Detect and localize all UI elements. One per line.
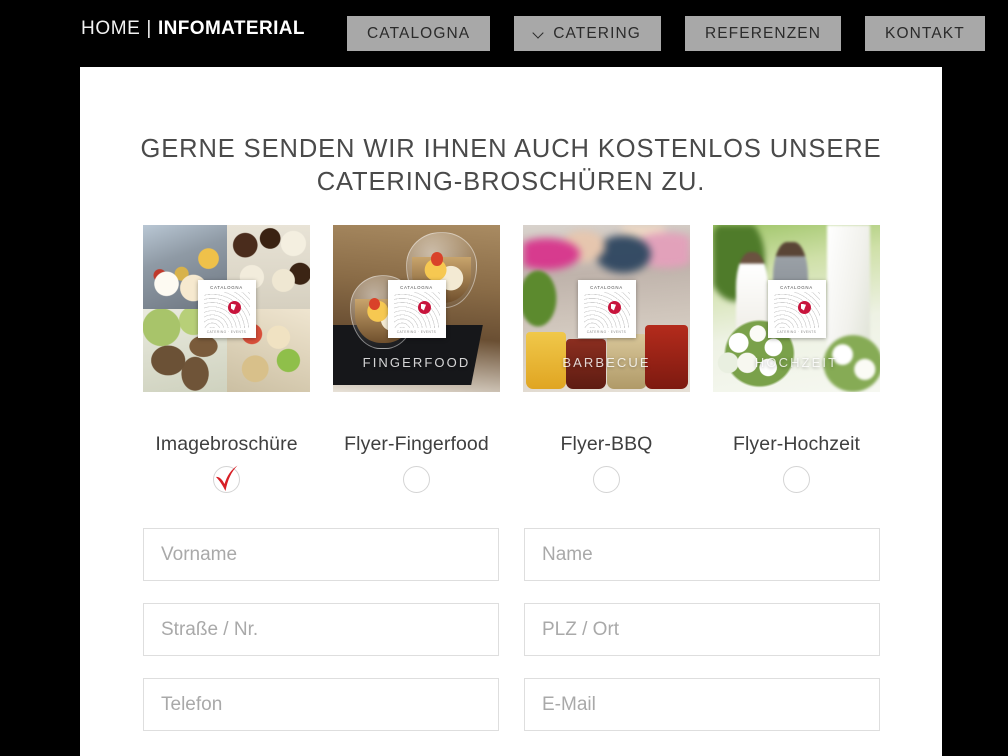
brochure-radio-bbq[interactable] xyxy=(593,466,620,493)
brochure-cover-overlay: CATALOGNA CATERING · EVENTS xyxy=(197,279,256,338)
nav-item-referenzen[interactable]: REFERENZEN xyxy=(684,16,842,51)
brochure-option-fingerfood: Flyer-Fingerfood xyxy=(333,433,500,493)
breadcrumb-current-page: INFOMATERIAL xyxy=(157,18,305,39)
brochure-thumbnail-bbq[interactable]: CATALOGNA CATERING · EVENTS BARBECUE xyxy=(523,225,690,392)
brochure-option-hochzeit: Flyer-Hochzeit xyxy=(713,433,880,493)
nav-item-catering[interactable]: CATERING xyxy=(514,16,661,51)
brochure-thumbnail-imagebroschuere[interactable]: CATALOGNA CATERING · EVENTS xyxy=(143,225,310,392)
brochure-option-bbq: Flyer-BBQ xyxy=(523,433,690,493)
request-form xyxy=(143,528,880,731)
catalogna-logo-icon xyxy=(227,300,241,314)
brochure-cell-imagebroschuere: CATALOGNA CATERING · EVENTS xyxy=(143,225,310,392)
nav-item-catalogna-label: CATALOGNA xyxy=(367,24,471,42)
breadcrumb-separator: | xyxy=(146,18,152,39)
brochure-thumbnail-row: CATALOGNA CATERING · EVENTS CATALOGNA CA… xyxy=(143,225,880,392)
breadcrumb-home-link[interactable]: HOME xyxy=(81,18,140,40)
brochure-cover-overlay: CATALOGNA CATERING · EVENTS xyxy=(577,279,636,338)
radio-circle xyxy=(403,466,430,493)
brochure-option-label-hochzeit: Flyer-Hochzeit xyxy=(732,433,861,455)
brochure-cell-hochzeit: CATALOGNA CATERING · EVENTS HOCHZEIT xyxy=(713,225,880,392)
nav-item-kontakt-label: KONTAKT xyxy=(885,24,965,42)
brochure-option-label-imagebroschuere: Imagebroschüre xyxy=(155,433,298,455)
content-panel: GERNE SENDEN WIR IHNEN AUCH KOSTENLOS UN… xyxy=(80,67,942,756)
brochure-cover-footer: CATERING · EVENTS xyxy=(586,330,627,334)
brochure-cover-footer: CATERING · EVENTS xyxy=(206,330,247,334)
radio-circle xyxy=(213,466,240,493)
brochure-radio-imagebroschuere[interactable] xyxy=(213,465,240,493)
brochure-cover-overlay: CATALOGNA CATERING · EVENTS xyxy=(387,279,446,338)
main-navigation: CATALOGNA CATERING REFERENZEN KONTAKT xyxy=(347,16,985,51)
page-title-line-1: GERNE SENDEN WIR IHNEN AUCH KOSTENLOS UN… xyxy=(140,135,882,163)
chevron-down-icon xyxy=(534,28,545,39)
brochure-radio-hochzeit[interactable] xyxy=(783,466,810,493)
brochure-radio-fingerfood[interactable] xyxy=(403,466,430,493)
nav-item-referenzen-label: REFERENZEN xyxy=(704,24,822,42)
breadcrumb: HOME | INFOMATERIAL xyxy=(81,18,305,40)
brochure-option-row: Imagebroschüre Flyer-Fingerfood Flyer-BB… xyxy=(143,433,880,493)
brochure-cover-title: CATALOGNA xyxy=(400,284,433,290)
browser-viewport: HOME | INFOMATERIAL CATALOGNA CATERING R… xyxy=(0,0,1008,756)
brochure-cell-fingerfood: CATALOGNA CATERING · EVENTS FINGERFOOD xyxy=(333,225,500,392)
brochure-cover-footer: CATERING · EVENTS xyxy=(396,330,437,334)
brochure-cover-artwork xyxy=(393,291,440,328)
last-name-input[interactable] xyxy=(524,528,880,581)
first-name-input[interactable] xyxy=(143,528,499,581)
brochure-cover-title: CATALOGNA xyxy=(590,284,623,290)
brochure-cover-overlay: CATALOGNA CATERING · EVENTS xyxy=(767,279,826,338)
brochure-cover-artwork xyxy=(773,291,820,328)
brochure-cover-footer: CATERING · EVENTS xyxy=(776,330,817,334)
page-title-line-2: CATERING-BROSCHÜREN ZU. xyxy=(316,168,706,196)
radio-circle xyxy=(593,466,620,493)
brochure-cover-artwork xyxy=(203,291,250,328)
brochure-cell-bbq: CATALOGNA CATERING · EVENTS BARBECUE xyxy=(523,225,690,392)
brochure-cover-title: CATALOGNA xyxy=(210,284,243,290)
catalogna-logo-icon xyxy=(607,300,621,314)
brochure-option-label-bbq: Flyer-BBQ xyxy=(560,433,653,455)
brochure-option-label-fingerfood: Flyer-Fingerfood xyxy=(344,433,489,455)
nav-item-kontakt[interactable]: KONTAKT xyxy=(865,16,985,51)
brochure-option-imagebroschuere: Imagebroschüre xyxy=(143,433,310,493)
catalogna-logo-icon xyxy=(417,300,431,314)
brochure-thumbnail-fingerfood[interactable]: CATALOGNA CATERING · EVENTS FINGERFOOD xyxy=(333,225,500,392)
nav-item-catalogna[interactable]: CATALOGNA xyxy=(347,16,491,51)
catalogna-logo-icon xyxy=(797,300,811,314)
site-header: HOME | INFOMATERIAL CATALOGNA CATERING R… xyxy=(0,0,1008,67)
brochure-cover-artwork xyxy=(583,291,630,328)
nav-item-catering-label: CATERING xyxy=(553,24,641,42)
radio-circle xyxy=(783,466,810,493)
street-input[interactable] xyxy=(143,603,499,656)
brochure-thumbnail-hochzeit[interactable]: CATALOGNA CATERING · EVENTS HOCHZEIT xyxy=(713,225,880,392)
page-title: GERNE SENDEN WIR IHNEN AUCH KOSTENLOS UN… xyxy=(80,133,942,199)
city-input[interactable] xyxy=(524,603,880,656)
email-input[interactable] xyxy=(524,678,880,731)
phone-input[interactable] xyxy=(143,678,499,731)
brochure-cover-title: CATALOGNA xyxy=(780,284,813,290)
